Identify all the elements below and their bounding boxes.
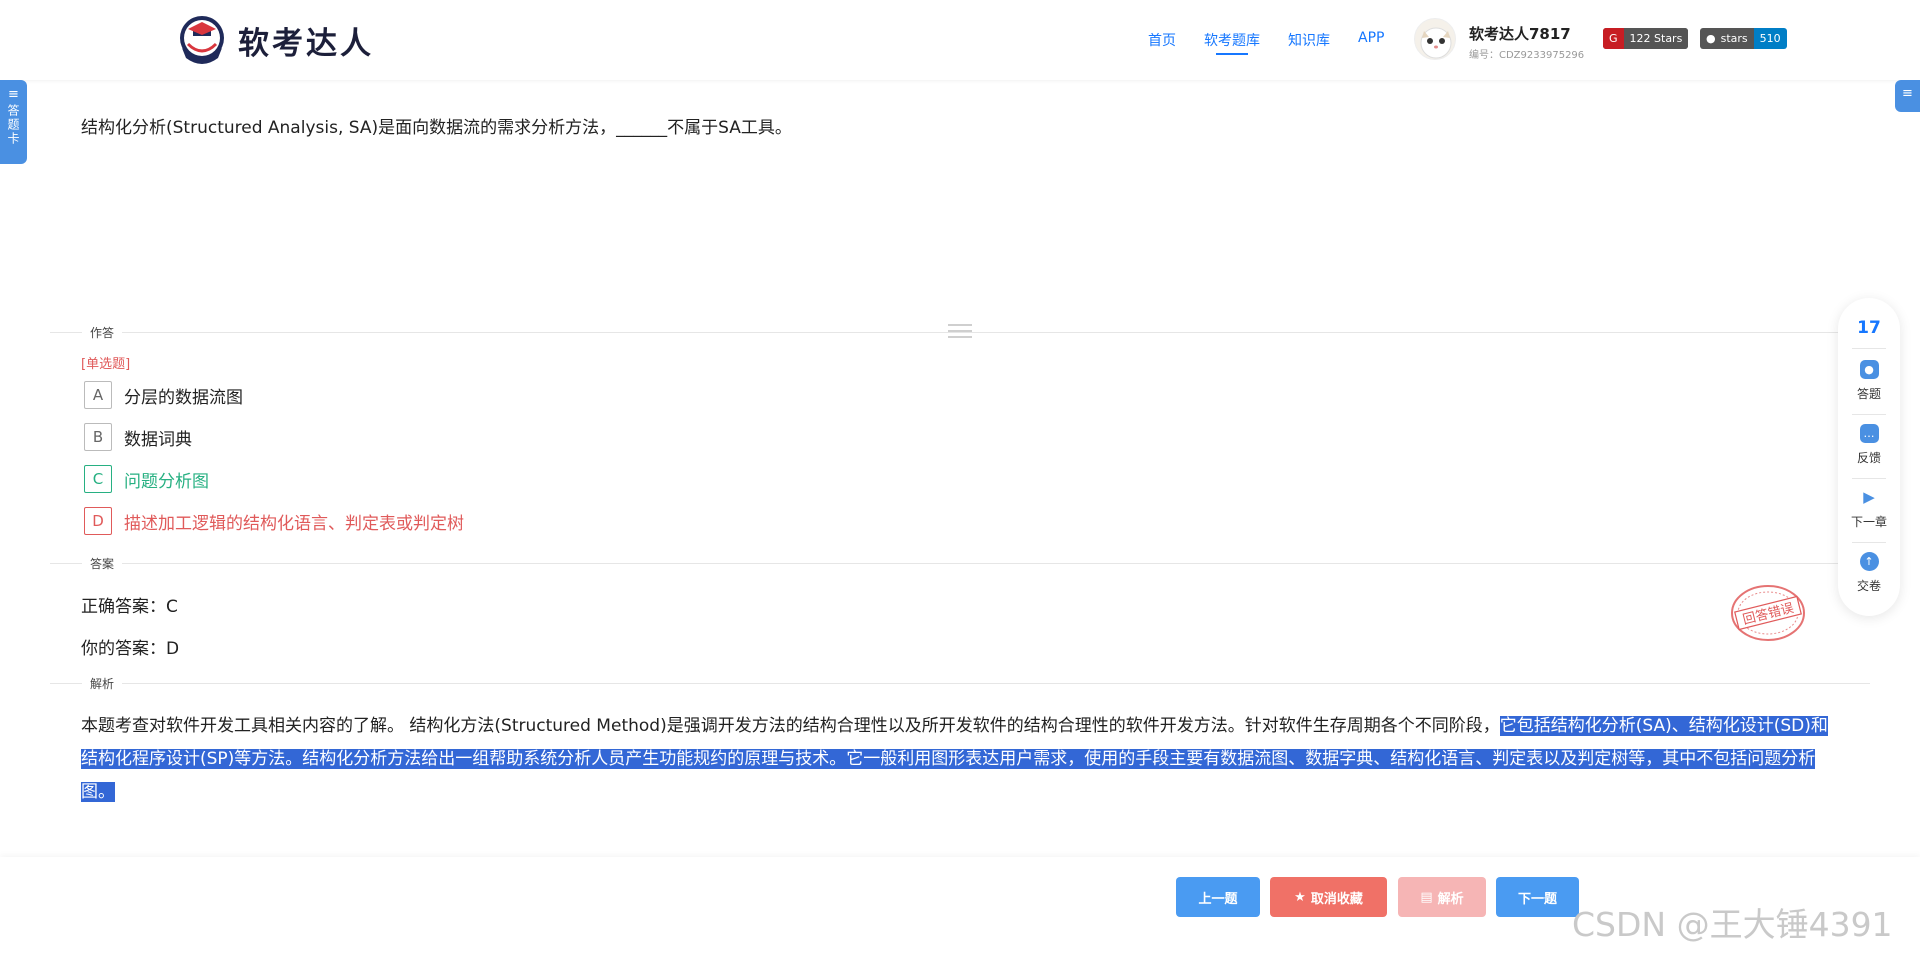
next-chapter-button[interactable]: ▶ 下一章 (1838, 488, 1900, 530)
nav-home[interactable]: 首页 (1148, 30, 1176, 56)
analysis-plain: 本题考查对软件开发工具相关内容的了解。 结构化方法(Structured Met… (81, 716, 1500, 736)
feedback-button[interactable]: … 反馈 (1838, 424, 1900, 466)
question-count: 17 (1857, 318, 1881, 338)
gitee-stars-badge[interactable]: G 122 Stars (1603, 28, 1689, 49)
unfavorite-button[interactable]: ★ 取消收藏 (1270, 877, 1387, 917)
logo-text: 软考达人 (238, 25, 374, 62)
submit-icon: ↑ (1859, 552, 1879, 571)
divider (50, 683, 1870, 684)
divider (50, 563, 1870, 564)
option-b[interactable]: B 数据词典 (84, 423, 192, 451)
nav-app[interactable]: APP (1358, 30, 1384, 56)
main-nav: 首页 软考题库 知识库 APP (1148, 30, 1412, 56)
section-answer-area: 作答 (82, 324, 123, 341)
feedback-icon: … (1859, 424, 1879, 443)
answer-icon: ● (1859, 360, 1879, 379)
right-menu-tab[interactable]: ≡ (1895, 80, 1920, 112)
gitee-icon: G (1609, 32, 1618, 45)
answer-card-label: 答题卡 (6, 104, 20, 146)
question-type: [单选题] (81, 357, 131, 372)
header: 软考达人 首页 软考题库 知识库 APP 软考达人7817 编号：CDZ9233… (0, 0, 1920, 80)
right-toolbar: 17 ● 答题 … 反馈 ▶ 下一章 ↑ 交卷 (1838, 298, 1900, 616)
submit-button[interactable]: ↑ 交卷 (1838, 552, 1900, 594)
next-question-button[interactable]: 下一题 (1496, 877, 1579, 917)
nav-question-bank[interactable]: 软考题库 (1204, 30, 1260, 56)
nav-knowledge-base[interactable]: 知识库 (1288, 30, 1330, 56)
star-icon: ★ (1294, 889, 1306, 905)
question-text: 结构化分析(Structured Analysis, SA)是面向数据流的需求分… (81, 118, 792, 138)
github-stars-badge[interactable]: ● stars 510 (1700, 28, 1787, 49)
logo[interactable]: 软考达人 (176, 14, 374, 66)
section-answer: 答案 (82, 555, 123, 572)
correct-answer: 正确答案：C (81, 597, 178, 617)
answer-card-tab[interactable]: ≡ 答题卡 (0, 80, 27, 164)
avatar[interactable] (1414, 18, 1456, 60)
next-chapter-icon: ▶ (1863, 488, 1875, 506)
option-d[interactable]: D 描述加工逻辑的结构化语言、判定表或判定树 (84, 507, 464, 535)
document-icon: ▤ (1420, 889, 1433, 905)
watermark: CSDN @王大锤4391 (1572, 905, 1893, 944)
option-a[interactable]: A 分层的数据流图 (84, 381, 243, 409)
menu-icon: ≡ (8, 87, 19, 102)
section-analysis: 解析 (82, 675, 123, 692)
divider (1852, 478, 1886, 479)
answer-button[interactable]: ● 答题 (1838, 360, 1900, 402)
wrong-answer-stamp: 回答错误 (1728, 582, 1808, 644)
option-c[interactable]: C 问题分析图 (84, 465, 209, 493)
divider (1852, 348, 1886, 349)
menu-icon: ≡ (1902, 86, 1913, 101)
github-icon: ● (1706, 32, 1716, 45)
prev-question-button[interactable]: 上一题 (1176, 877, 1260, 917)
divider (1852, 414, 1886, 415)
analysis-text: 本题考查对软件开发工具相关内容的了解。 结构化方法(Structured Met… (81, 710, 1841, 809)
divider (1852, 542, 1886, 543)
analysis-button[interactable]: ▤ 解析 (1398, 877, 1486, 917)
user-id: 编号：CDZ9233975296 (1469, 50, 1585, 61)
your-answer: 你的答案：D (81, 639, 180, 659)
logo-icon (176, 14, 228, 66)
drag-handle-icon[interactable] (948, 324, 972, 338)
user-name[interactable]: 软考达人7817 (1469, 23, 1571, 44)
